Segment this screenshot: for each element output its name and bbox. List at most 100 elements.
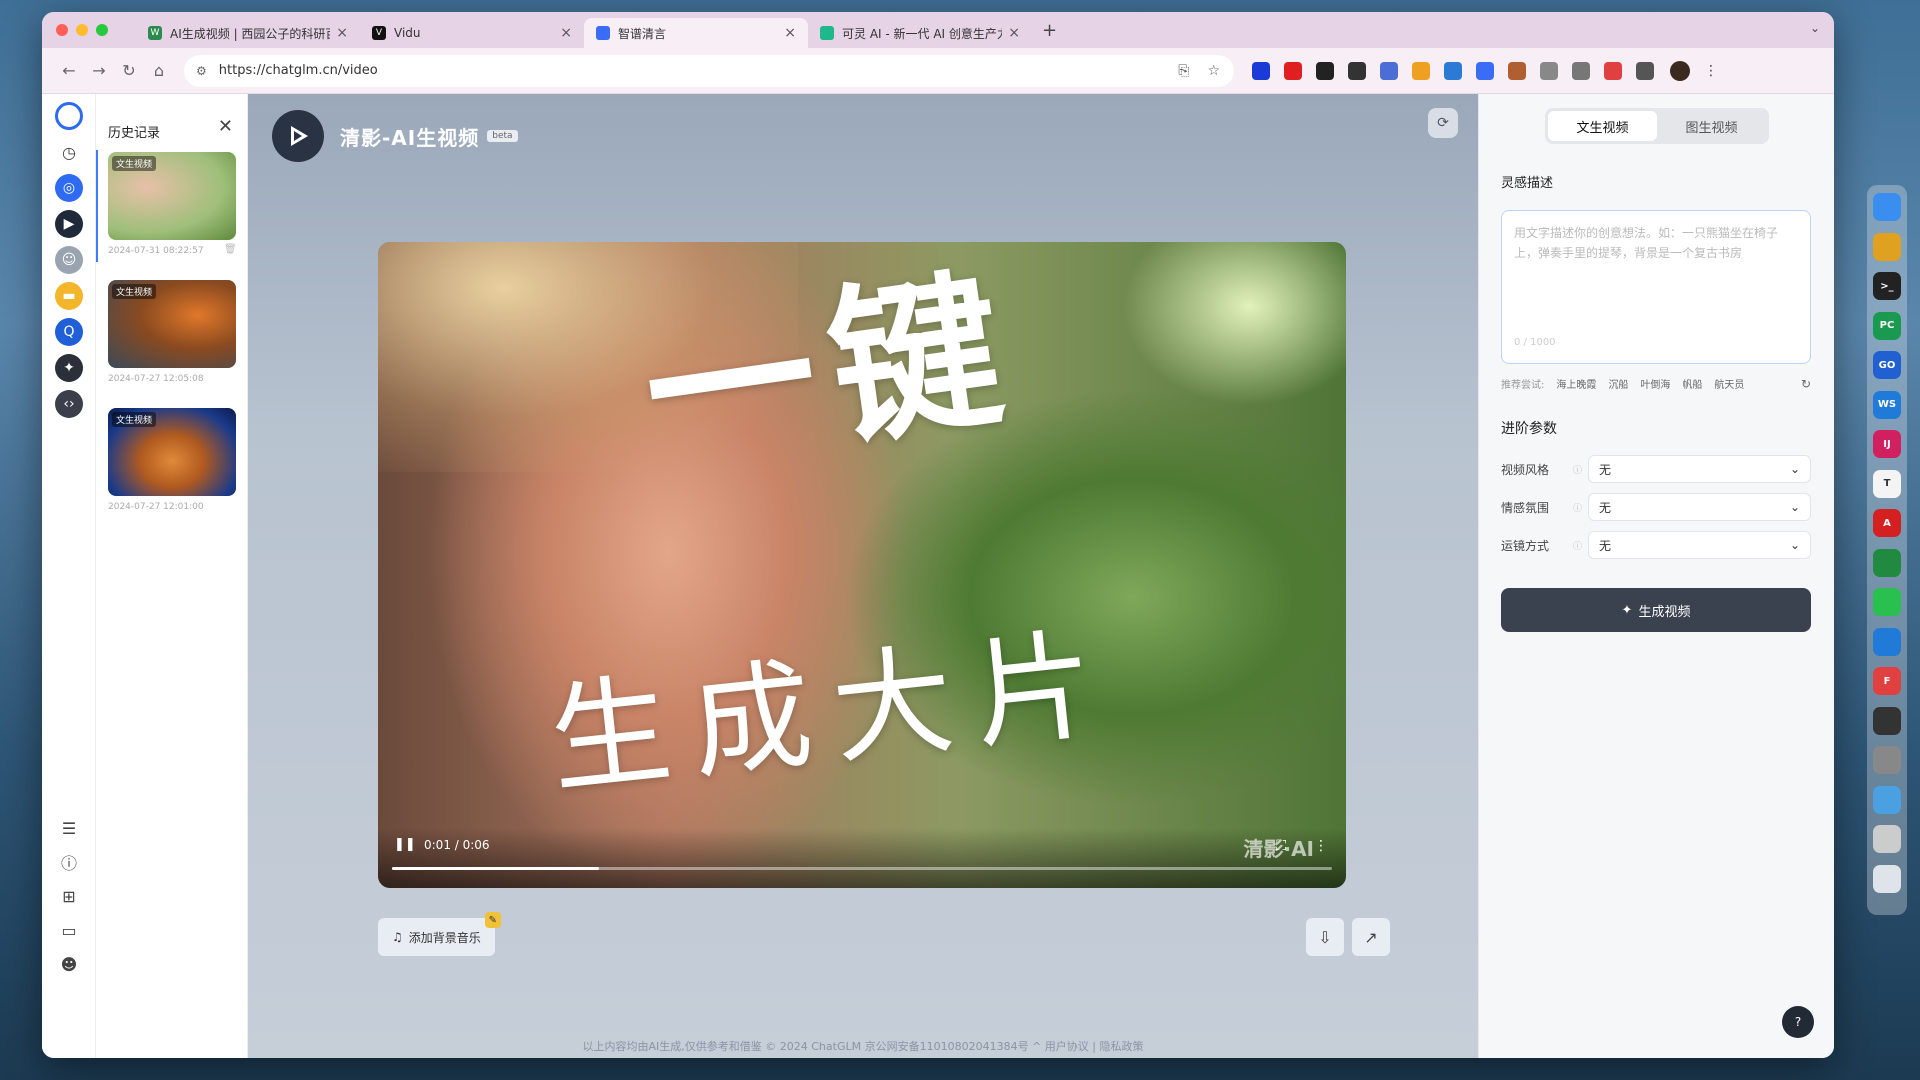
creative-agent-icon[interactable]: ✦: [55, 354, 83, 382]
dock-vscode-icon[interactable]: [1873, 627, 1901, 656]
extension-icon[interactable]: [1284, 61, 1302, 80]
apps-grid-icon[interactable]: ⊞: [55, 882, 83, 910]
video-generation-icon[interactable]: ▶: [55, 210, 83, 238]
suggestion-chip[interactable]: 帆船: [1682, 376, 1702, 391]
video-progress-bar[interactable]: [392, 867, 1332, 870]
dock-intellij-icon[interactable]: IJ: [1873, 430, 1901, 458]
info-icon[interactable]: ⓘ: [1573, 539, 1582, 552]
browser-menu-icon[interactable]: ⋮: [1704, 63, 1718, 79]
profile-avatar[interactable]: [1670, 60, 1690, 81]
fullscreen-icon[interactable]: ⛶: [1276, 838, 1286, 854]
extension-icon[interactable]: [1252, 61, 1270, 80]
close-tab-icon[interactable]: ×: [560, 25, 572, 41]
dock-clock-icon[interactable]: [1873, 706, 1901, 735]
dock-preview-icon[interactable]: [1873, 785, 1901, 814]
info-icon[interactable]: ⓘ: [55, 848, 83, 876]
extension-icon[interactable]: [1572, 61, 1590, 80]
browser-tab[interactable]: V Vidu ×: [360, 18, 584, 48]
qingying-logo-icon: [272, 110, 324, 162]
forward-icon[interactable]: →: [84, 61, 114, 80]
extension-icon[interactable]: [1380, 61, 1398, 80]
history-icon[interactable]: ◷: [55, 138, 83, 166]
home-icon[interactable]: ⌂: [144, 61, 174, 80]
dock-acrobat-icon[interactable]: A: [1873, 509, 1901, 537]
maximize-window-button[interactable]: [96, 24, 108, 36]
bookmark-star-icon[interactable]: ☆: [1207, 63, 1220, 79]
browser-tab[interactable]: 可灵 AI - 新一代 AI 创意生产力 ×: [808, 18, 1032, 48]
share-feedback-icon[interactable]: ⟳: [1428, 108, 1458, 138]
devices-icon[interactable]: ▭: [55, 916, 83, 944]
url-field[interactable]: ⚙ https://chatglm.cn/video ⎘ ☆: [184, 54, 1234, 87]
list-icon[interactable]: ☰: [55, 814, 83, 842]
suggestion-chip[interactable]: 海上晚霞: [1556, 376, 1596, 391]
dock-chrome-icon[interactable]: [1873, 232, 1901, 261]
download-button[interactable]: ⇩: [1306, 918, 1344, 956]
dock-mongodb-icon[interactable]: [1873, 548, 1901, 577]
close-tab-icon[interactable]: ×: [1008, 25, 1020, 41]
code-agent-icon[interactable]: ‹›: [55, 390, 83, 418]
add-music-button[interactable]: ♫ 添加背景音乐 ✎: [378, 912, 501, 956]
site-info-icon[interactable]: ⚙: [196, 64, 207, 78]
extension-icon[interactable]: [1412, 61, 1430, 80]
chat-agent-icon[interactable]: ◎: [55, 174, 83, 202]
generate-video-button[interactable]: ✦ 生成视频: [1501, 588, 1811, 632]
close-tab-icon[interactable]: ×: [784, 25, 796, 41]
delete-icon[interactable]: 🗑: [224, 244, 237, 255]
mood-select[interactable]: 无 ⌄: [1588, 493, 1811, 521]
extension-icon[interactable]: [1316, 61, 1334, 80]
dock-photo-icon[interactable]: [1873, 825, 1901, 853]
browser-tab[interactable]: W AI生成视频 | 西园公子的科研百 ×: [136, 18, 360, 48]
close-tab-icon[interactable]: ×: [336, 25, 348, 41]
style-select[interactable]: 无 ⌄: [1588, 455, 1811, 483]
extension-icon[interactable]: [1540, 61, 1558, 80]
history-item-3[interactable]: 文生视频: [108, 408, 236, 496]
dock-terminal-icon[interactable]: >_: [1873, 272, 1901, 300]
camera-select[interactable]: 无 ⌄: [1588, 531, 1811, 559]
close-window-button[interactable]: [56, 24, 68, 36]
suggestion-chip[interactable]: 叶倒海: [1640, 376, 1670, 391]
dock-settings-icon[interactable]: [1873, 746, 1901, 774]
folder-icon[interactable]: ▬: [55, 282, 83, 310]
extension-icon[interactable]: [1476, 61, 1494, 80]
new-tab-button[interactable]: +: [1042, 20, 1057, 41]
user-icon[interactable]: ☻: [55, 950, 83, 978]
dock-webstorm-icon[interactable]: WS: [1873, 390, 1901, 419]
dock-finder-icon[interactable]: [1873, 193, 1901, 221]
extension-icon[interactable]: [1604, 61, 1622, 80]
tab-text-to-video[interactable]: 文生视频: [1548, 111, 1657, 141]
history-item-2[interactable]: 文生视频: [108, 280, 236, 368]
search-agent-icon[interactable]: Q: [55, 318, 83, 346]
extension-icon[interactable]: [1444, 61, 1462, 80]
install-icon[interactable]: ⎘: [1178, 63, 1189, 79]
suggestion-chip[interactable]: 航天员: [1714, 376, 1744, 391]
dock-feishu-icon[interactable]: F: [1873, 667, 1901, 695]
extension-icon[interactable]: [1348, 61, 1366, 80]
extension-icon[interactable]: [1508, 61, 1526, 80]
info-icon[interactable]: ⓘ: [1573, 501, 1582, 514]
tab-image-to-video[interactable]: 图生视频: [1657, 111, 1766, 141]
refresh-icon[interactable]: ↻: [1801, 377, 1811, 391]
dock-pycharm-icon[interactable]: PC: [1873, 311, 1901, 340]
agent-avatar-icon[interactable]: ☺: [55, 246, 83, 274]
help-icon[interactable]: ?: [1782, 1006, 1814, 1038]
more-options-icon[interactable]: ⋮: [1314, 838, 1328, 854]
dock-typora-icon[interactable]: T: [1873, 469, 1901, 498]
dock-trash-icon[interactable]: [1873, 864, 1901, 893]
chatglm-logo-icon[interactable]: [55, 102, 83, 130]
pause-icon[interactable]: ❚❚: [394, 837, 416, 852]
minimize-window-button[interactable]: [76, 24, 88, 36]
suggestion-chip[interactable]: 沉船: [1608, 376, 1628, 391]
dock-wechat-icon[interactable]: [1873, 588, 1901, 616]
info-icon[interactable]: ⓘ: [1573, 463, 1582, 476]
param-name: 运镜方式: [1501, 538, 1550, 553]
back-icon[interactable]: ←: [54, 61, 84, 80]
tab-search-icon[interactable]: ⌄: [1810, 21, 1820, 35]
dock-goland-icon[interactable]: GO: [1873, 351, 1901, 379]
extension-icon[interactable]: [1636, 61, 1654, 80]
prompt-textarea[interactable]: 用文字描述你的创意想法。如：一只熊猫坐在椅子上，弹奏手里的提琴，背景是一个复古书…: [1501, 210, 1811, 364]
reload-icon[interactable]: ↻: [114, 61, 144, 80]
close-icon[interactable]: ✕: [218, 116, 233, 137]
history-item-1[interactable]: 文生视频: [108, 152, 236, 240]
browser-tab[interactable]: 智谱清言 ×: [584, 18, 808, 48]
share-button[interactable]: ↗: [1352, 918, 1390, 956]
